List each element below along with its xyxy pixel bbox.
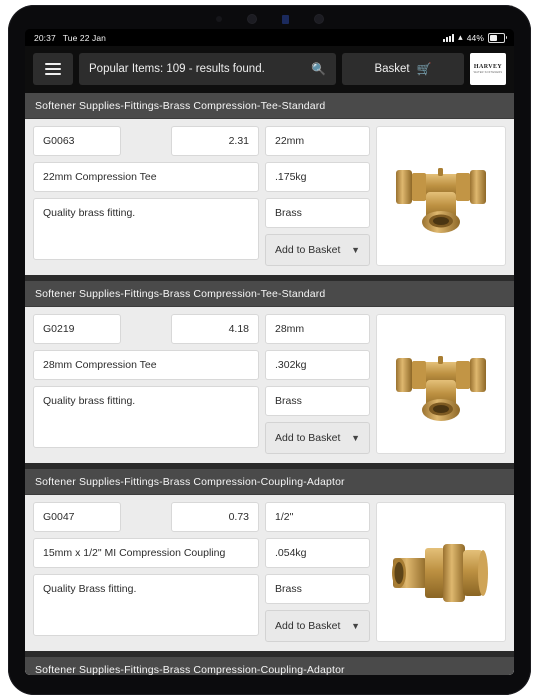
brand-logo[interactable]: HARVEY WATER SOFTENERS [470, 53, 506, 85]
chevron-down-icon: ▼ [351, 433, 360, 443]
product-description-field[interactable]: Quality brass fitting. [33, 386, 259, 448]
basket-label: Basket [374, 63, 410, 75]
product-price-field[interactable]: 2.31 [171, 126, 259, 156]
battery-percent-label: 44% [466, 32, 484, 43]
product-card: Softener Supplies-Fittings-Brass Compres… [25, 93, 514, 275]
tablet-screen: 20:37 Tue 22 Jan ▴ 44% Popular Items: 10… [25, 29, 514, 675]
battery-icon [488, 32, 507, 43]
product-attributes-column: 28mm .302kg Brass Add to Basket ▼ [265, 314, 370, 454]
product-code-price-row: G0047 0.73 [33, 502, 259, 532]
speaker-icon [315, 15, 323, 23]
tablet-device-frame: 20:37 Tue 22 Jan ▴ 44% Popular Items: 10… [8, 5, 531, 695]
product-card: Softener Supplies-Fittings-Brass Compres… [25, 281, 514, 463]
product-price-field[interactable]: 0.73 [171, 502, 259, 532]
product-material-field[interactable]: Brass [265, 574, 370, 604]
search-bar[interactable]: Popular Items: 109 - results found. 🔍 [79, 53, 336, 85]
product-code-price-row: G0063 2.31 [33, 126, 259, 156]
app-header: Popular Items: 109 - results found. 🔍 Ba… [25, 46, 514, 93]
chevron-down-icon: ▼ [351, 621, 360, 631]
product-list[interactable]: Softener Supplies-Fittings-Brass Compres… [25, 93, 514, 675]
product-card-body: G0219 4.18 28mm Compression Tee Quality … [25, 307, 514, 463]
add-to-basket-select[interactable]: Add to Basket ▼ [265, 234, 370, 266]
product-card: Softener Supplies-Fittings-Brass Compres… [25, 657, 514, 675]
product-category-header: Softener Supplies-Fittings-Brass Compres… [25, 281, 514, 307]
add-to-basket-label: Add to Basket [275, 620, 341, 632]
status-bar-right: ▴ 44% [443, 32, 507, 43]
product-material-field[interactable]: Brass [265, 198, 370, 228]
chevron-down-icon: ▼ [351, 245, 360, 255]
product-name-field[interactable]: 28mm Compression Tee [33, 350, 259, 380]
product-price-field[interactable]: 4.18 [171, 314, 259, 344]
status-bar: 20:37 Tue 22 Jan ▴ 44% [25, 29, 514, 46]
product-image[interactable] [376, 126, 506, 266]
add-to-basket-label: Add to Basket [275, 244, 341, 256]
hamburger-menu-icon [45, 60, 61, 78]
product-weight-field[interactable]: .302kg [265, 350, 370, 380]
proximity-sensor-icon [216, 16, 222, 22]
product-category-header: Softener Supplies-Fittings-Brass Compres… [25, 469, 514, 495]
product-code-field[interactable]: G0047 [33, 502, 121, 532]
cellular-signal-icon [443, 33, 455, 42]
status-date: Tue 22 Jan [62, 32, 106, 43]
product-category-header: Softener Supplies-Fittings-Brass Compres… [25, 93, 514, 119]
product-weight-field[interactable]: .054kg [265, 538, 370, 568]
device-sensor-array [8, 11, 531, 27]
product-card: Softener Supplies-Fittings-Brass Compres… [25, 469, 514, 651]
product-size-field[interactable]: 22mm [265, 126, 370, 156]
product-details-column: G0047 0.73 15mm x 1/2" MI Compression Co… [33, 502, 259, 642]
add-to-basket-select[interactable]: Add to Basket ▼ [265, 422, 370, 454]
add-to-basket-select[interactable]: Add to Basket ▼ [265, 610, 370, 642]
product-size-field[interactable]: 28mm [265, 314, 370, 344]
hamburger-menu-button[interactable] [33, 53, 73, 85]
product-name-field[interactable]: 22mm Compression Tee [33, 162, 259, 192]
brand-logo-name: HARVEY [473, 64, 503, 70]
product-card-body: G0047 0.73 15mm x 1/2" MI Compression Co… [25, 495, 514, 651]
status-time: 20:37 [34, 32, 56, 43]
product-category-header: Softener Supplies-Fittings-Brass Compres… [25, 657, 514, 675]
product-code-field[interactable]: G0063 [33, 126, 121, 156]
product-image[interactable] [376, 314, 506, 454]
product-card-body: G0063 2.31 22mm Compression Tee Quality … [25, 119, 514, 275]
search-input[interactable]: Popular Items: 109 - results found. [89, 63, 303, 75]
front-camera-icon [248, 15, 256, 23]
product-description-field[interactable]: Quality Brass fitting. [33, 574, 259, 636]
brass-coupling-adaptor-photo [392, 544, 488, 602]
product-image[interactable] [376, 502, 506, 642]
wifi-icon: ▴ [458, 32, 463, 42]
product-code-field[interactable]: G0219 [33, 314, 121, 344]
product-name-field[interactable]: 15mm x 1/2" MI Compression Coupling [33, 538, 259, 568]
ambient-light-sensor-icon [282, 14, 289, 24]
search-icon[interactable]: 🔍 [311, 63, 326, 75]
product-details-column: G0219 4.18 28mm Compression Tee Quality … [33, 314, 259, 454]
brand-logo-tagline: WATER SOFTENERS [473, 71, 503, 74]
brass-tee-fitting-photo [396, 356, 486, 421]
product-material-field[interactable]: Brass [265, 386, 370, 416]
basket-button[interactable]: Basket 🛒 [342, 53, 464, 85]
product-size-field[interactable]: 1/2" [265, 502, 370, 532]
product-code-price-row: G0219 4.18 [33, 314, 259, 344]
brass-tee-fitting-photo [396, 168, 486, 233]
product-attributes-column: 22mm .175kg Brass Add to Basket ▼ [265, 126, 370, 266]
add-to-basket-label: Add to Basket [275, 432, 341, 444]
product-attributes-column: 1/2" .054kg Brass Add to Basket ▼ [265, 502, 370, 642]
shopping-cart-icon: 🛒 [416, 62, 432, 76]
product-description-field[interactable]: Quality brass fitting. [33, 198, 259, 260]
status-bar-left: 20:37 Tue 22 Jan [34, 33, 106, 43]
product-weight-field[interactable]: .175kg [265, 162, 370, 192]
product-details-column: G0063 2.31 22mm Compression Tee Quality … [33, 126, 259, 266]
